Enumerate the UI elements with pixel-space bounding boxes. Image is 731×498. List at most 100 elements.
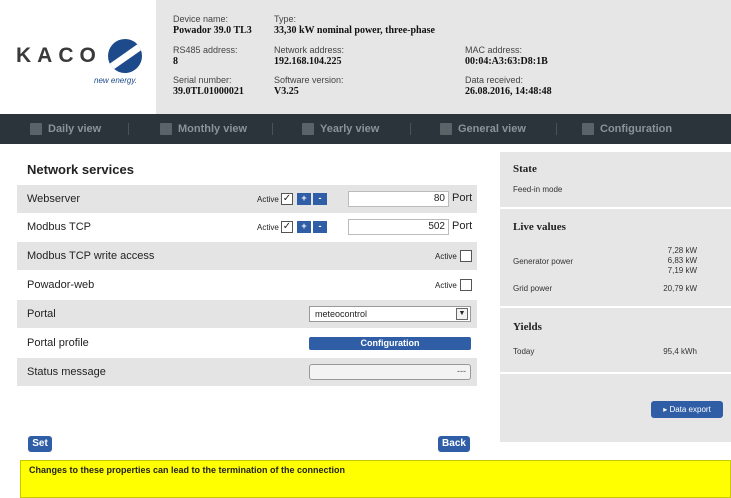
calendar-year-icon [302, 123, 314, 135]
calendar-month-icon [160, 123, 172, 135]
kaco-logo: KACO new energy. [16, 36, 146, 86]
nav-configuration-label: Configuration [600, 123, 673, 135]
kaco-logo-icon [108, 39, 142, 73]
powador-web-label: Powador-web [27, 279, 95, 291]
nav-configuration[interactable]: Configuration [582, 114, 672, 144]
back-button[interactable]: Back [438, 436, 470, 452]
serial-value: 39.0TL01000021 [173, 86, 244, 97]
logo-text: KACO [16, 44, 102, 67]
live-values-title: Live values [513, 221, 566, 233]
modbus-row: Modbus TCP Active ✓ + - 502 Port [17, 213, 477, 241]
webserver-minus-button[interactable]: - [313, 193, 327, 205]
modbus-port-label: Port [452, 220, 473, 232]
device-name-info: Device name: Powador 39.0 TL3 [173, 14, 252, 36]
powador-web-active-label: Active [435, 280, 457, 290]
webserver-port-input[interactable]: 80 [348, 191, 449, 207]
modbus-write-checkbox[interactable] [460, 250, 472, 262]
portal-row: Portal meteocontrol ▼ [17, 300, 477, 328]
chevron-down-icon: ▼ [456, 308, 468, 320]
today-label: Today [513, 347, 535, 356]
portal-label: Portal [27, 308, 56, 320]
webserver-plus-button[interactable]: + [297, 193, 311, 205]
type-label: Type: [274, 14, 297, 24]
nav-yearly-view[interactable]: Yearly view [302, 114, 379, 144]
nav-divider [272, 123, 273, 135]
grid-power-label: Grid power [513, 284, 553, 293]
device-name-label: Device name: [173, 14, 229, 24]
serial-label: Serial number: [173, 75, 232, 85]
type-value: 33,30 kW nominal power, three-phase [274, 25, 435, 36]
main-navigation: Daily view Monthly view Yearly view Gene… [0, 114, 731, 144]
portal-configuration-button[interactable]: Configuration [309, 337, 471, 350]
modbus-active-checkbox[interactable]: ✓ [281, 221, 293, 233]
set-button[interactable]: Set [28, 436, 52, 452]
state-value: Feed-in mode [513, 185, 563, 194]
data-received-label: Data received: [465, 75, 524, 85]
grid-power-value: 20,79 kW [663, 284, 697, 293]
status-message-field: --- [309, 364, 471, 380]
modbus-port-input[interactable]: 502 [348, 219, 449, 235]
today-value: 95,4 kWh [663, 347, 697, 356]
network-address-value: 192.168.104.225 [274, 56, 342, 67]
status-message-label: Status message [27, 366, 106, 378]
warning-banner: Changes to these properties can lead to … [20, 460, 731, 498]
status-message-row: Status message --- [17, 358, 477, 386]
data-received-info: Data received: 26.08.2016, 14:48:48 [465, 75, 552, 97]
status-sidebar: State Feed-in mode Live values 7,28 kW 6… [500, 152, 731, 442]
calendar-day-icon [30, 123, 42, 135]
generator-value-3: 7,19 kW [667, 266, 697, 275]
webserver-active-checkbox[interactable]: ✓ [281, 193, 293, 205]
device-name-value: Powador 39.0 TL3 [173, 25, 252, 36]
software-value: V3.25 [274, 86, 299, 97]
type-info: Type: 33,30 kW nominal power, three-phas… [274, 14, 435, 36]
data-export-button[interactable]: ▸ Data export [651, 401, 723, 418]
nav-general-label: General view [458, 123, 526, 135]
portal-select[interactable]: meteocontrol ▼ [309, 306, 471, 322]
powador-web-row: Powador-web Active [17, 271, 477, 299]
portal-profile-label: Portal profile [27, 337, 89, 349]
logo-tagline: new energy. [94, 76, 137, 85]
software-label: Software version: [274, 75, 344, 85]
wrench-icon [582, 123, 594, 135]
overview-icon [440, 123, 452, 135]
nav-daily-label: Daily view [48, 123, 102, 135]
generator-value-1: 7,28 kW [667, 246, 697, 255]
nav-general-view[interactable]: General view [440, 114, 526, 144]
nav-divider [410, 123, 411, 135]
modbus-active-label: Active [257, 222, 279, 232]
nav-divider [556, 123, 557, 135]
nav-divider [128, 123, 129, 135]
webserver-row: Webserver Active ✓ + - 80 Port [17, 185, 477, 213]
warning-text: Changes to these properties can lead to … [29, 465, 346, 475]
state-title: State [513, 163, 537, 175]
mac-value: 00:04:A3:63:D8:1B [465, 56, 548, 67]
webserver-port-label: Port [452, 192, 473, 204]
modbus-write-active-label: Active [435, 251, 457, 261]
portal-profile-row: Portal profile Configuration [17, 329, 477, 357]
powador-web-checkbox[interactable] [460, 279, 472, 291]
software-info: Software version: V3.25 [274, 75, 344, 97]
data-received-value: 26.08.2016, 14:48:48 [465, 86, 552, 97]
modbus-plus-button[interactable]: + [297, 221, 311, 233]
rs485-info: RS485 address: 8 [173, 45, 238, 67]
nav-monthly-label: Monthly view [178, 123, 248, 135]
sidebar-divider [500, 306, 731, 308]
modbus-write-row: Modbus TCP write access Active [17, 242, 477, 270]
modbus-write-label: Modbus TCP write access [27, 250, 155, 262]
serial-info: Serial number: 39.0TL01000021 [173, 75, 244, 97]
page-title: Network services [27, 162, 134, 177]
mac-label: MAC address: [465, 45, 523, 55]
rs485-label: RS485 address: [173, 45, 238, 55]
webserver-active-label: Active [257, 194, 279, 204]
webserver-label: Webserver [27, 193, 80, 205]
nav-monthly-view[interactable]: Monthly view [160, 114, 247, 144]
sidebar-divider [500, 372, 731, 374]
modbus-label: Modbus TCP [27, 221, 91, 233]
generator-value-2: 6,83 kW [667, 256, 697, 265]
portal-select-value: meteocontrol [315, 309, 368, 319]
generator-power-label: Generator power [513, 257, 574, 266]
modbus-minus-button[interactable]: - [313, 221, 327, 233]
nav-daily-view[interactable]: Daily view [30, 114, 101, 144]
mac-info: MAC address: 00:04:A3:63:D8:1B [465, 45, 548, 67]
yields-title: Yields [513, 321, 542, 333]
